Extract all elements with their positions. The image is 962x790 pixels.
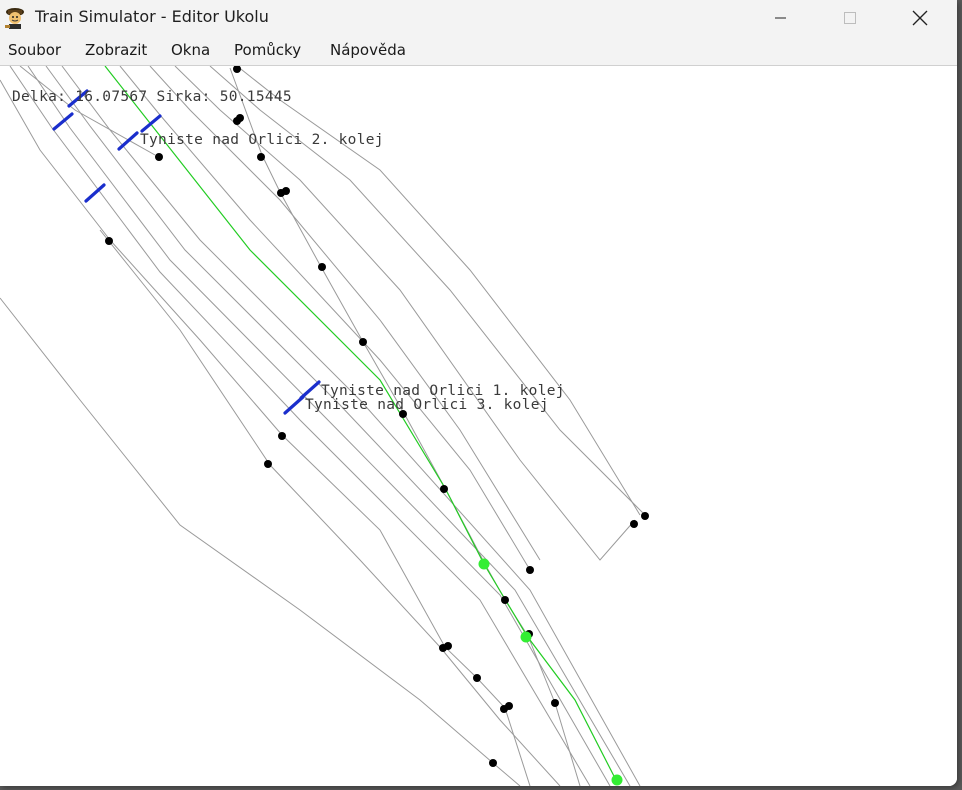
menu-zobrazit[interactable]: Zobrazit xyxy=(85,41,147,59)
editor-window: Train Simulator - Editor Ukolu Soubor Zo… xyxy=(0,0,957,786)
selected-track-node xyxy=(611,774,623,786)
track-line xyxy=(229,67,581,786)
track-node xyxy=(257,153,265,161)
track-line xyxy=(61,66,641,786)
delka-label: Delka: xyxy=(12,89,67,105)
minimize-icon xyxy=(773,11,787,25)
train-engineer-icon xyxy=(3,5,27,29)
menu-pomucky[interactable]: Pomůcky xyxy=(234,41,301,59)
track-node xyxy=(282,187,290,195)
track-node xyxy=(505,702,513,710)
track-line xyxy=(45,66,631,786)
track-node xyxy=(526,566,534,574)
sirka-value: 50.15445 xyxy=(219,89,292,105)
station-label-kolej-3: Tyniste nad Orlici 3. kolej xyxy=(305,397,549,413)
selected-track-node xyxy=(520,631,532,643)
track-line xyxy=(0,297,521,786)
track-node xyxy=(501,596,509,604)
close-icon xyxy=(912,10,928,26)
track-nodes xyxy=(105,66,649,767)
track-line xyxy=(27,66,611,786)
window-title: Train Simulator - Editor Ukolu xyxy=(35,7,269,26)
track-node xyxy=(155,153,163,161)
track-node xyxy=(105,237,113,245)
signal-marker xyxy=(283,395,305,415)
selected-track-line xyxy=(104,66,618,783)
station-label-kolej-2: Tyniste nad Orlici 2. kolej xyxy=(140,132,384,148)
menu-soubor[interactable]: Soubor xyxy=(8,41,61,59)
menu-bar: Soubor Zobrazit Okna Pomůcky Nápověda xyxy=(0,35,957,66)
track-map-canvas[interactable]: Delka: 16.07567 Sirka: 50.15445 Tyniste … xyxy=(0,66,957,786)
title-bar[interactable]: Train Simulator - Editor Ukolu xyxy=(0,0,957,35)
track-node xyxy=(473,674,481,682)
track-node xyxy=(551,699,559,707)
track-node xyxy=(236,114,244,122)
track-node xyxy=(318,263,326,271)
track-lines xyxy=(0,66,646,786)
menu-okna[interactable]: Okna xyxy=(171,41,210,59)
close-button[interactable] xyxy=(897,0,943,35)
signal-marker xyxy=(140,114,162,133)
track-line xyxy=(9,66,591,786)
track-node xyxy=(641,512,649,520)
coordinate-readout: Delka: 16.07567 Sirka: 50.15445 xyxy=(12,89,292,105)
selected-track-node xyxy=(478,558,490,570)
delka-value: 16.07567 xyxy=(75,89,148,105)
maximize-icon xyxy=(843,11,857,25)
track-node xyxy=(359,338,367,346)
maximize-button[interactable] xyxy=(827,0,873,35)
signal-marker xyxy=(117,131,139,151)
track-node xyxy=(264,460,272,468)
track-map-svg[interactable] xyxy=(0,66,957,786)
sirka-label: Sirka: xyxy=(156,89,211,105)
track-node xyxy=(278,432,286,440)
track-line xyxy=(99,229,561,786)
track-node xyxy=(489,759,497,767)
minimize-button[interactable] xyxy=(757,0,803,35)
menu-napoveda[interactable]: Nápověda xyxy=(330,41,406,59)
track-node xyxy=(630,520,638,528)
track-node xyxy=(440,485,448,493)
track-node xyxy=(233,66,241,73)
track-node xyxy=(444,642,452,650)
